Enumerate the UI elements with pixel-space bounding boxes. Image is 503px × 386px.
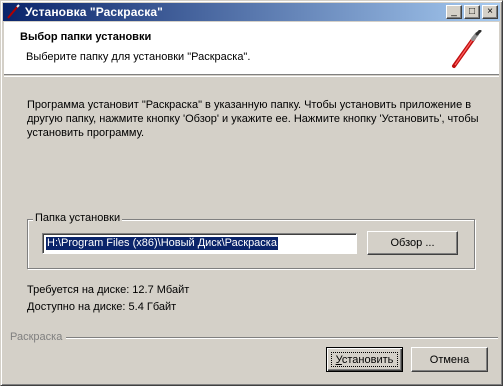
minimize-icon: _ (451, 6, 457, 17)
window-controls: _ □ × (444, 5, 498, 19)
focus-rect (331, 352, 398, 367)
cancel-button[interactable]: Отмена (411, 347, 488, 372)
close-button[interactable]: × (482, 5, 498, 19)
page-subtitle: Выберите папку для установки "Раскраска"… (26, 51, 251, 63)
minimize-button[interactable]: _ (446, 5, 462, 19)
install-path-input[interactable]: H:\Program Files (x86)\Новый Диск\Раскра… (42, 233, 357, 254)
intro-text: Программа установит "Раскраска" в указан… (27, 99, 479, 139)
window-title: Установка "Раскраска" (25, 5, 163, 19)
title-bar[interactable]: Установка "Раскраска" _ □ × (3, 3, 500, 21)
footer-divider (10, 337, 498, 338)
installer-window: Установка "Раскраска" _ □ × Выбор папки … (0, 0, 503, 386)
install-path-value: H:\Program Files (x86)\Новый Диск\Раскра… (46, 237, 278, 250)
cancel-button-label: Отмена (429, 353, 470, 366)
page-header: Выбор папки установки Выберите папку для… (4, 22, 499, 75)
paintbrush-icon (452, 30, 482, 68)
footer-brand: Раскраска (10, 331, 67, 343)
browse-button-label: Обзор ... (390, 237, 435, 249)
space-required: Требуется на диске: 12.7 Мбайт (27, 284, 190, 296)
browse-button[interactable]: Обзор ... (367, 231, 458, 255)
page-title: Выбор папки установки (20, 31, 152, 43)
maximize-button[interactable]: □ (464, 5, 480, 19)
close-icon: × (487, 6, 493, 17)
header-divider (4, 76, 499, 77)
maximize-icon: □ (468, 6, 476, 17)
install-button[interactable]: Установить (326, 347, 403, 372)
install-folder-label: Папка установки (33, 212, 123, 224)
paintbrush-icon (7, 4, 20, 19)
space-available: Доступно на диске: 5.4 Гбайт (27, 301, 177, 313)
